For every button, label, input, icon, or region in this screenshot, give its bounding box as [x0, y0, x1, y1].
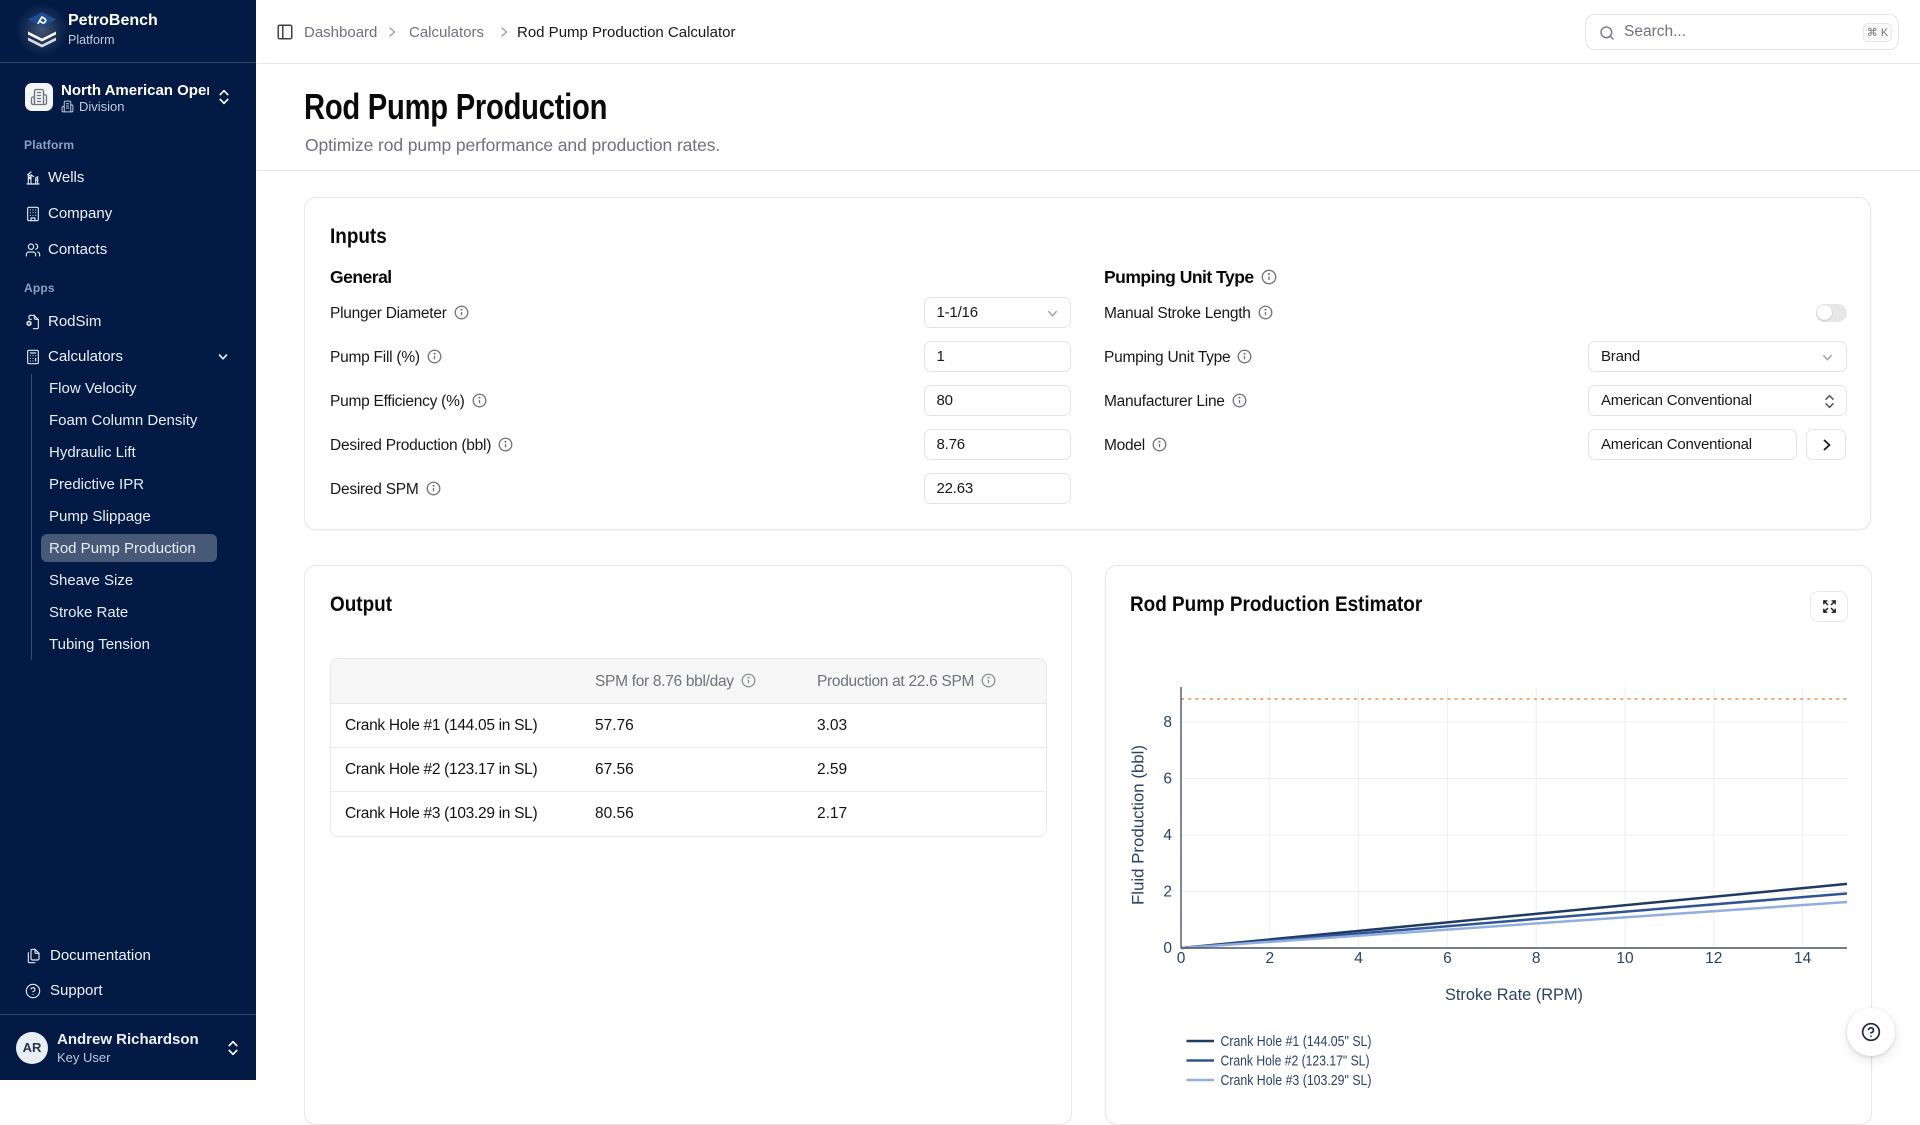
svg-text:8: 8: [1163, 714, 1172, 731]
svg-text:12: 12: [1705, 950, 1722, 967]
svg-text:Crank Hole #3 (103.29" SL): Crank Hole #3 (103.29" SL): [1221, 1072, 1372, 1089]
svg-text:0: 0: [1163, 940, 1172, 957]
svg-text:2: 2: [1265, 950, 1274, 967]
svg-text:Crank Hole #2 (123.17" SL): Crank Hole #2 (123.17" SL): [1221, 1053, 1370, 1070]
svg-text:4: 4: [1354, 950, 1363, 967]
svg-text:Stroke Rate (RPM): Stroke Rate (RPM): [1445, 986, 1583, 1004]
svg-text:Crank Hole #1 (144.05" SL): Crank Hole #1 (144.05" SL): [1221, 1033, 1372, 1050]
svg-text:0: 0: [1177, 950, 1186, 967]
svg-text:Fluid Production (bbl): Fluid Production (bbl): [1130, 745, 1148, 905]
svg-text:8: 8: [1532, 950, 1541, 967]
svg-text:6: 6: [1163, 771, 1172, 788]
svg-text:6: 6: [1443, 950, 1452, 967]
svg-text:2: 2: [1163, 884, 1172, 901]
svg-text:14: 14: [1794, 950, 1812, 967]
svg-text:10: 10: [1616, 950, 1634, 967]
svg-text:4: 4: [1163, 827, 1172, 844]
